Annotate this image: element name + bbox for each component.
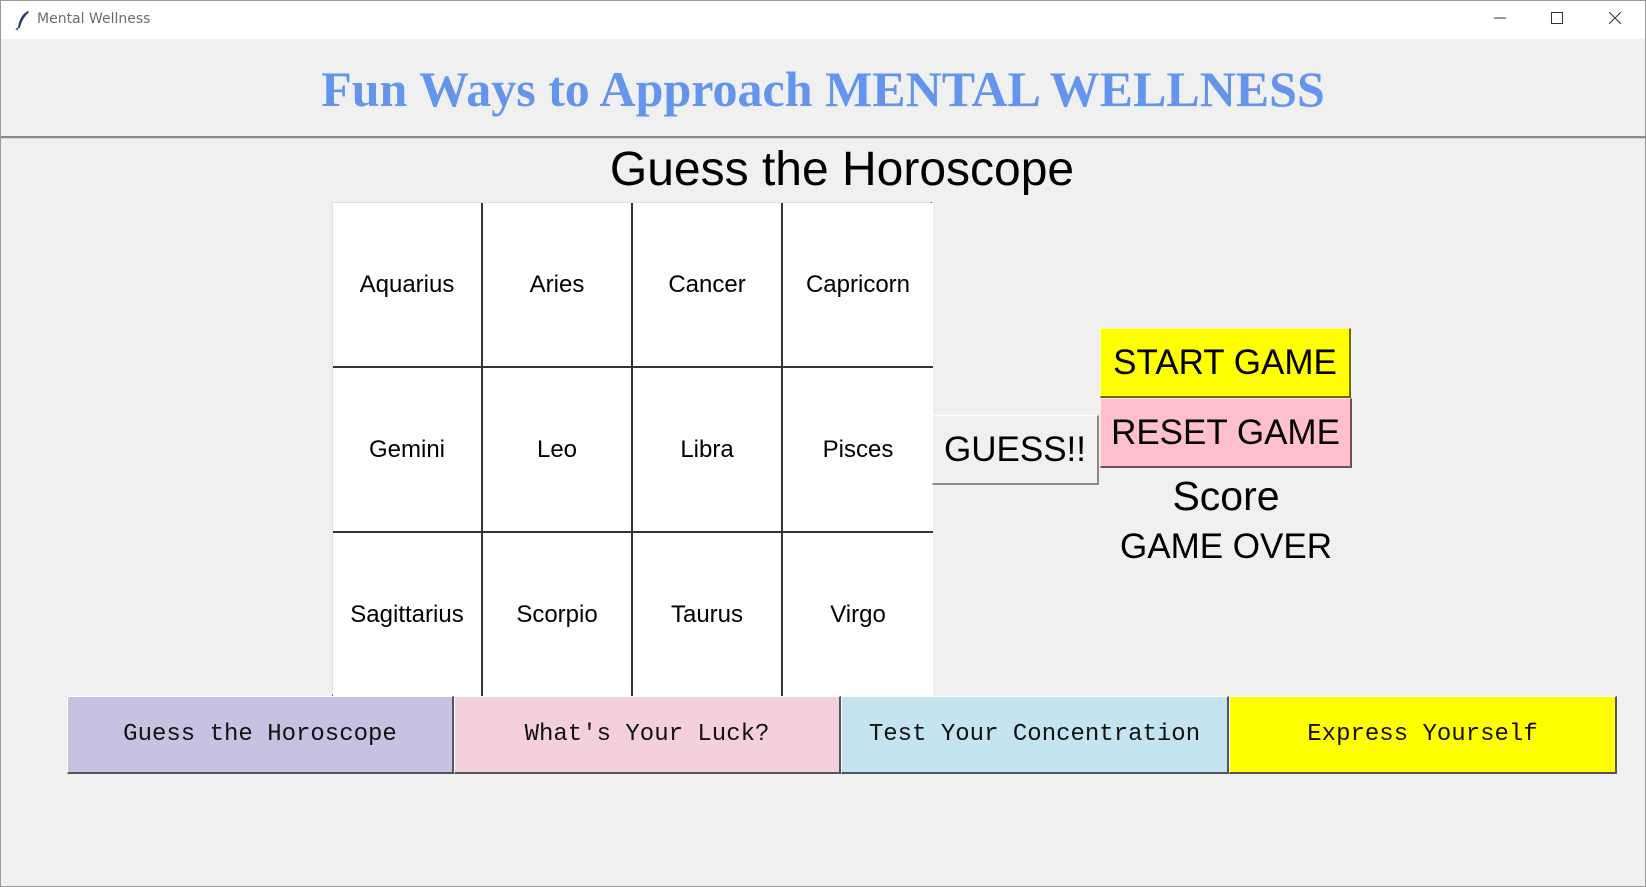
sign-cell-pisces[interactable]: Pisces [783, 368, 933, 533]
header-divider [1, 136, 1645, 139]
feather-icon [14, 10, 32, 31]
sign-cell-taurus[interactable]: Taurus [633, 533, 783, 697]
sign-cell-virgo[interactable]: Virgo [783, 533, 933, 697]
tab-guess-the-horoscope[interactable]: Guess the Horoscope [67, 696, 454, 774]
maximize-icon [1551, 11, 1563, 29]
sign-cell-scorpio[interactable]: Scorpio [483, 533, 633, 697]
reset-game-button[interactable]: RESET GAME [1100, 398, 1352, 468]
sign-cell-gemini[interactable]: Gemini [333, 368, 483, 533]
title-bar: Mental Wellness [1, 1, 1645, 39]
tab-whats-your-luck[interactable]: What's Your Luck? [454, 696, 841, 774]
app-window: Mental Wellness Fun Ways to Approach MEN… [0, 0, 1646, 887]
minimize-icon [1494, 11, 1506, 29]
tab-express-yourself[interactable]: Express Yourself [1229, 696, 1617, 774]
app-header-title: Fun Ways to Approach MENTAL WELLNESS [321, 61, 1325, 117]
sign-cell-capricorn[interactable]: Capricorn [783, 203, 933, 368]
sign-cell-cancer[interactable]: Cancer [633, 203, 783, 368]
maximize-button[interactable] [1528, 1, 1586, 39]
horoscope-grid: Aquarius Aries Cancer Capricorn Gemini L… [332, 202, 933, 697]
tab-test-your-concentration[interactable]: Test Your Concentration [841, 696, 1229, 774]
score-value: GAME OVER [1120, 527, 1332, 566]
sign-cell-leo[interactable]: Leo [483, 368, 633, 533]
score-label: Score [1172, 473, 1280, 519]
sign-cell-libra[interactable]: Libra [633, 368, 783, 533]
game-title: Guess the Horoscope [609, 143, 1075, 196]
close-icon [1608, 11, 1622, 29]
window-title: Mental Wellness [37, 11, 151, 27]
guess-button[interactable]: GUESS!! [932, 415, 1099, 485]
close-button[interactable] [1586, 1, 1644, 39]
minimize-button[interactable] [1471, 1, 1529, 39]
activity-tab-bar: Guess the Horoscope What's Your Luck? Te… [67, 696, 1617, 774]
sign-cell-aries[interactable]: Aries [483, 203, 633, 368]
sign-cell-aquarius[interactable]: Aquarius [333, 203, 483, 368]
start-game-button[interactable]: START GAME [1100, 328, 1351, 398]
sign-cell-sagittarius[interactable]: Sagittarius [333, 533, 483, 697]
